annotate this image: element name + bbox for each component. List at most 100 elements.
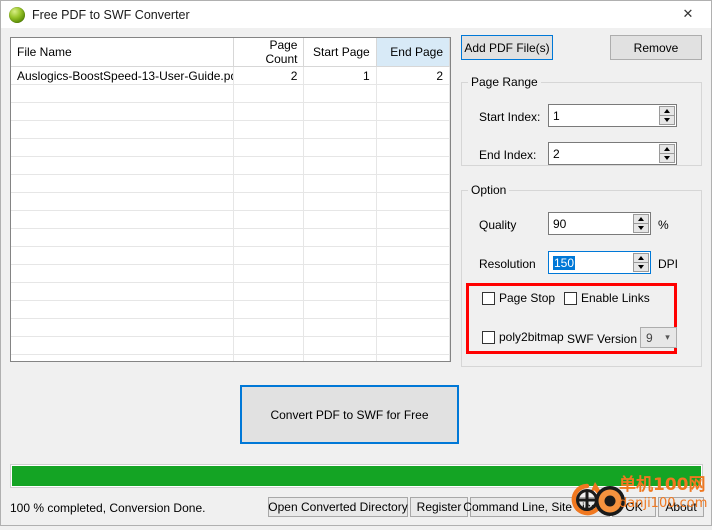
table-row-empty[interactable] <box>11 102 450 121</box>
table-row-empty[interactable] <box>11 318 450 337</box>
swf-version-value: 9 <box>646 330 653 345</box>
table-row[interactable]: Auslogics-BoostSpeed-13-User-Guide.pdf 2… <box>11 66 450 85</box>
enable-links-checkbox[interactable]: Enable Links <box>564 291 650 305</box>
cell-empty <box>11 354 235 361</box>
column-header-end-page[interactable]: End Page <box>376 38 450 67</box>
cell-empty <box>376 102 450 121</box>
cell-empty <box>303 84 377 103</box>
table-row-empty[interactable] <box>11 138 450 157</box>
cell-empty <box>303 264 377 283</box>
table-row-empty[interactable] <box>11 246 450 265</box>
column-header-start-page[interactable]: Start Page <box>303 38 377 67</box>
start-index-up-icon[interactable] <box>659 106 675 115</box>
window-title: Free PDF to SWF Converter <box>32 7 190 22</box>
cell-file-name: Auslogics-BoostSpeed-13-User-Guide.pdf <box>11 66 235 85</box>
cell-empty <box>11 120 235 139</box>
end-index-down-icon[interactable] <box>659 153 675 163</box>
column-header-page-count[interactable]: Page Count <box>233 38 305 67</box>
page-stop-checkbox[interactable]: Page Stop <box>482 291 555 305</box>
cell-empty <box>11 210 235 229</box>
cell-empty <box>376 138 450 157</box>
start-index-down-icon[interactable] <box>659 115 675 125</box>
add-pdf-files-button[interactable]: Add PDF File(s) <box>461 35 553 60</box>
register-button[interactable]: Register <box>410 497 468 517</box>
settings-panel: Add PDF File(s) Remove Page Range Start … <box>461 35 703 367</box>
close-icon[interactable]: ✕ <box>665 1 711 28</box>
status-text: 100 % completed, Conversion Done. <box>10 501 206 515</box>
table-row-empty[interactable] <box>11 228 450 247</box>
cell-empty <box>233 192 305 211</box>
application-window: Free PDF to SWF Converter ✕ File Name Pa… <box>0 0 712 526</box>
table-row-empty[interactable] <box>11 264 450 283</box>
table-row-empty[interactable] <box>11 156 450 175</box>
resolution-up-icon[interactable] <box>633 253 649 262</box>
poly2bitmap-checkbox-box[interactable] <box>482 330 495 344</box>
about-button[interactable]: About <box>658 497 704 517</box>
option-legend: Option <box>471 183 507 197</box>
end-index-label: End Index: <box>479 148 537 162</box>
end-index-value[interactable]: 2 <box>549 143 659 164</box>
poly2bitmap-checkbox[interactable]: poly2bitmap <box>482 330 564 344</box>
cell-empty <box>11 156 235 175</box>
resolution-stepper[interactable]: 150 <box>548 251 651 274</box>
table-row-empty[interactable] <box>11 192 450 211</box>
cell-empty <box>376 84 450 103</box>
cell-empty <box>233 84 305 103</box>
quality-value[interactable]: 90 <box>549 213 633 234</box>
open-converted-directory-button[interactable]: Open Converted Directory <box>268 497 408 517</box>
cell-empty <box>303 282 377 301</box>
resolution-down-icon[interactable] <box>633 262 649 272</box>
table-row-empty[interactable] <box>11 84 450 103</box>
cell-empty <box>233 156 305 175</box>
cell-empty <box>11 336 235 355</box>
start-index-arrows[interactable] <box>659 106 675 125</box>
swf-version-select[interactable]: 9 ▾ <box>640 327 677 348</box>
start-index-value[interactable]: 1 <box>549 105 659 126</box>
cell-empty <box>233 246 305 265</box>
close-glyph: ✕ <box>682 7 694 22</box>
end-index-up-icon[interactable] <box>659 144 675 153</box>
progress-bar-fill <box>12 466 701 486</box>
end-index-arrows[interactable] <box>659 144 675 163</box>
page-stop-label: Page Stop <box>499 291 556 305</box>
ok-button[interactable]: OK <box>612 497 656 517</box>
end-index-stepper[interactable]: 2 <box>548 142 677 165</box>
file-list[interactable]: File Name Page Count Start Page End Page… <box>10 37 451 362</box>
start-index-stepper[interactable]: 1 <box>548 104 677 127</box>
table-row-empty[interactable] <box>11 210 450 229</box>
cell-empty <box>376 210 450 229</box>
poly2bitmap-label: poly2bitmap <box>499 330 564 344</box>
page-range-legend: Page Range <box>471 75 538 89</box>
table-row-empty[interactable] <box>11 354 450 361</box>
file-list-empty-rows <box>11 84 450 361</box>
resolution-arrows[interactable] <box>633 253 649 272</box>
resolution-value[interactable]: 150 <box>553 255 576 270</box>
file-list-body: Auslogics-BoostSpeed-13-User-Guide.pdf 2… <box>11 66 450 85</box>
table-row-empty[interactable] <box>11 174 450 193</box>
swf-version-label: SWF Version <box>567 332 638 346</box>
cell-empty <box>11 282 235 301</box>
title-bar: Free PDF to SWF Converter ✕ <box>1 1 711 28</box>
table-row-empty[interactable] <box>11 300 450 319</box>
cell-empty <box>233 354 305 361</box>
quality-arrows[interactable] <box>633 214 649 233</box>
quality-up-icon[interactable] <box>633 214 649 223</box>
enable-links-label: Enable Links <box>581 291 650 305</box>
table-row-empty[interactable] <box>11 120 450 139</box>
cell-empty <box>376 336 450 355</box>
remove-button[interactable]: Remove <box>610 35 702 60</box>
cell-empty <box>233 210 305 229</box>
cell-empty <box>233 138 305 157</box>
table-row-empty[interactable] <box>11 336 450 355</box>
column-header-file-name[interactable]: File Name <box>11 38 235 67</box>
cell-empty <box>303 318 377 337</box>
command-line-site-license-button[interactable]: Command Line, Site License <box>463 497 617 517</box>
resolution-value-wrap[interactable]: 150 <box>549 252 633 273</box>
table-row-empty[interactable] <box>11 282 450 301</box>
page-stop-checkbox-box[interactable] <box>482 291 495 305</box>
cell-empty <box>11 174 235 193</box>
quality-down-icon[interactable] <box>633 223 649 233</box>
enable-links-checkbox-box[interactable] <box>564 291 577 305</box>
quality-stepper[interactable]: 90 <box>548 212 651 235</box>
convert-button[interactable]: Convert PDF to SWF for Free <box>240 385 459 444</box>
